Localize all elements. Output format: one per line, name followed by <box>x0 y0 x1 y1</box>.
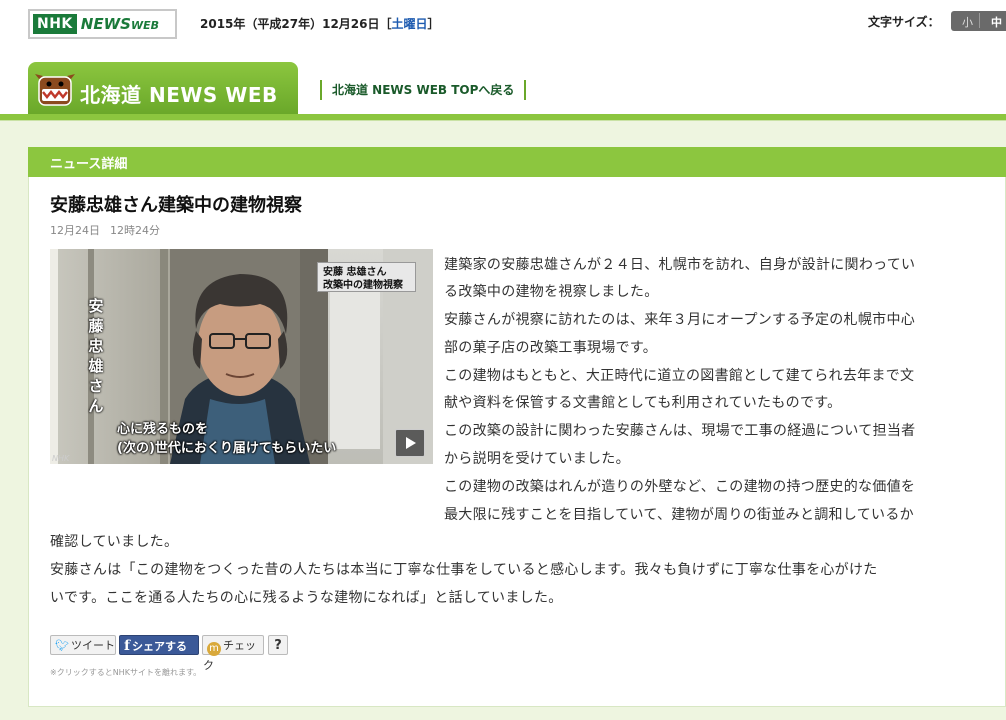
nhk-newsweb-logo[interactable]: NHK NEWSWEB <box>28 9 177 39</box>
domo-mascot-icon <box>35 74 75 106</box>
day-of-week: 土曜日 <box>391 17 428 31</box>
video-watermark: NHK <box>52 454 70 463</box>
font-size-small-button[interactable]: 小 <box>962 14 973 30</box>
facebook-f-icon: f <box>124 638 131 654</box>
article-line: 建築家の安藤忠雄さんが２４日、札幌市を訪れ、自身が設計に関わってい <box>444 257 916 273</box>
region-title[interactable]: 北海道 NEWS WEB <box>80 79 278 108</box>
article-title: 安藤忠雄さん建築中の建物視察 <box>50 195 302 216</box>
article-line: 確認していました。 <box>50 534 179 550</box>
font-size-medium-button[interactable]: 中 <box>991 14 1002 30</box>
play-icon <box>406 437 416 449</box>
article-time: 12時24分 <box>110 224 160 237</box>
mixi-icon: m <box>207 642 221 656</box>
article-date: 12月24日 <box>50 224 100 237</box>
back-to-top-link[interactable]: 北海道 NEWS WEB TOPへ戻る <box>320 80 527 100</box>
video-subtitle-line2: (次の)世代におくり届けてもらいたい <box>117 441 337 456</box>
article-timestamp: 12月24日 12時24分 <box>50 222 160 238</box>
current-date: 2015年（平成27年）12月26日［土曜日］ <box>200 17 440 31</box>
section-label: ニュース詳細 <box>50 157 128 172</box>
mixi-check-button[interactable]: m チェック <box>202 635 264 672</box>
external-site-note: ※クリックするとNHKサイトを離れます。 <box>50 668 202 677</box>
article-line: 献や資料を保管する文書館としても利用されていたものです。 <box>444 395 842 411</box>
article-line: 安藤さんは「この建物をつくった昔の人たちは本当に丁寧な仕事をしていると感心します… <box>50 562 878 578</box>
article-line: る改築中の建物を視察しました。 <box>444 284 659 300</box>
video-caption-line2: 改築中の建物視察 <box>323 280 403 291</box>
play-button[interactable] <box>395 429 425 457</box>
article-line: から説明を受けていました。 <box>444 451 630 467</box>
twitter-bird-icon: 🐦︎ <box>55 639 69 652</box>
article-line: この建物の改築はれんが造りの外壁など、この建物の持つ歴史的な価値を <box>444 479 916 495</box>
help-button[interactable]: ? <box>268 635 288 655</box>
article-line: この建物はもともと、大正時代に道立の図書館として建てられ去年まで文 <box>444 368 915 384</box>
font-size-divider <box>979 13 980 28</box>
article-line: 安藤さんが視察に訪れたのは、来年３月にオープンする予定の札幌市中心 <box>444 312 916 328</box>
article-line: この改築の設計に関わった安藤さんは、現場で工事の経過について担当者 <box>444 423 916 439</box>
article-line: 部の菓子店の改築工事現場です。 <box>444 340 658 356</box>
nhk-logo-text: NHK <box>33 14 77 34</box>
tweet-button[interactable]: 🐦︎ ツイート <box>50 635 116 655</box>
newsweb-logo-text: NEWSWEB <box>80 15 159 33</box>
video-subtitle-line1: 心に残るものを <box>117 422 209 437</box>
video-name-vertical: 安藤 忠雄さん <box>88 297 104 415</box>
font-size-label: 文字サイズ： <box>868 15 940 29</box>
facebook-share-button[interactable]: f シェアする <box>119 635 199 655</box>
article-line: 最大限に残すことを目指していて、建物が周りの街並みと調和しているか <box>444 507 914 523</box>
article-line: いです。ここを通る人たちの心に残るような建物になれば」と話していました。 <box>50 590 563 606</box>
section-header <box>28 147 1006 177</box>
